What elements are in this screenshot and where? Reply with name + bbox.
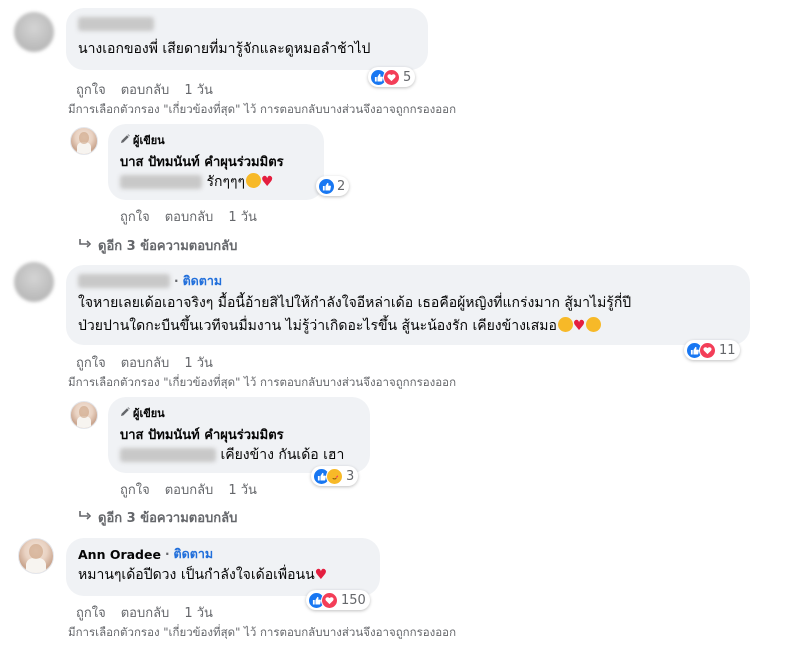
reply-actions: ถูกใจ ตอบกลับ 1 วัน [120, 206, 257, 227]
red-heart-emoji: ♥ [261, 174, 274, 190]
author-badge: ผู้เขียน [120, 404, 358, 422]
author-avatar[interactable] [70, 401, 98, 429]
reaction-count: 11 [719, 342, 736, 358]
tagged-name[interactable] [120, 448, 216, 462]
comment-actions: ถูกใจ ตอบกลับ 1 วัน [76, 79, 213, 100]
reply-text: เคียงข้าง กันเด้อ เฮา [120, 446, 358, 465]
red-heart-emoji: ♥ [314, 567, 328, 583]
filter-note: มีการเลือกตัวกรอง "เกี่ยวข้องที่สุด" ไว้… [68, 625, 457, 639]
reply-link[interactable]: ตอบกลับ [121, 602, 170, 623]
like-link[interactable]: ถูกใจ [120, 479, 150, 500]
commenter-avatar[interactable] [14, 12, 54, 52]
reaction-summary[interactable]: 3 [311, 466, 359, 486]
comment-text: หมานๆเด้อปีดวง เป็นกำลังใจเด้อเพื่อนน♥ [78, 567, 328, 583]
reaction-summary[interactable]: 5 [368, 67, 416, 87]
love-reaction-icon [699, 341, 716, 359]
commenter-header: Ann Oradee · ติดตาม [78, 546, 368, 562]
reply-time[interactable]: 1 วัน [228, 206, 257, 227]
reaction-count: 2 [337, 178, 346, 194]
smiling-hearts-emoji [246, 173, 262, 188]
reply-author-name[interactable]: บาส ปัทมนันท์ คำผุนร่วมมิตร [120, 154, 312, 171]
commenter-header: · ติดตาม [78, 273, 738, 289]
love-reaction-icon [321, 591, 338, 609]
comment-actions: ถูกใจ ตอบกลับ 1 วัน [76, 352, 213, 373]
like-reaction-icon [318, 177, 335, 195]
reply-link[interactable]: ตอบกลับ [165, 479, 214, 500]
commenter-name[interactable] [78, 274, 170, 288]
reply-text: รักๆๆๆ ♥ [120, 173, 312, 192]
reply-bubble: ผู้เขียน บาส ปัทมนันท์ คำผุนร่วมมิตร เคี… [108, 397, 370, 473]
comment-bubble: · ติดตาม ใจหายเลยเด้อเอาจริงๆ มื้อนี้อ้า… [66, 265, 750, 345]
reply-link[interactable]: ตอบกลับ [121, 352, 170, 373]
comment-text-line-2: ป่วยปานใดกะบืนขึ้นเวทีจนมื่มงาน ไม่รู้ว่… [78, 317, 738, 336]
author-badge: ผู้เขียน [120, 131, 312, 149]
comment-bubble: Ann Oradee · ติดตาม หมานๆเด้อปีดวง เป็นก… [66, 538, 380, 596]
commenter-avatar[interactable] [18, 538, 54, 574]
like-link[interactable]: ถูกใจ [76, 79, 106, 100]
red-heart-emoji: ♥ [572, 318, 586, 334]
reaction-count: 150 [341, 592, 366, 608]
commenter-name[interactable]: Ann Oradee [78, 547, 161, 562]
author-avatar[interactable] [70, 127, 98, 155]
reply-link[interactable]: ตอบกลับ [121, 79, 170, 100]
comment-text-line-1: ใจหายเลยเด้อเอาจริงๆ มื้อนี้อ้ายสิไปให้ก… [78, 295, 632, 311]
follow-link[interactable]: ติดตาม [183, 271, 223, 291]
reply-arrow-icon [78, 238, 92, 254]
comment-actions: ถูกใจ ตอบกลับ 1 วัน [76, 602, 213, 623]
comment-text: นางเอกของพี่ เสียดายที่มารู้จักและดูหมอล… [78, 41, 371, 57]
reply-bubble: ผู้เขียน บาส ปัทมนันท์ คำผุนร่วมมิตร รัก… [108, 124, 324, 200]
reaction-summary[interactable]: 2 [316, 176, 350, 196]
reaction-summary[interactable]: 150 [306, 590, 370, 610]
commenter-avatar[interactable] [14, 262, 54, 302]
follow-link[interactable]: ติดตาม [174, 544, 214, 564]
reply-arrow-icon [78, 510, 92, 526]
like-link[interactable]: ถูกใจ [76, 352, 106, 373]
pencil-icon [120, 133, 130, 147]
comment-bubble: นางเอกของพี่ เสียดายที่มารู้จักและดูหมอล… [66, 8, 428, 70]
reply-time[interactable]: 1 วัน [228, 479, 257, 500]
reaction-count: 5 [403, 69, 412, 85]
filter-note: มีการเลือกตัวกรอง "เกี่ยวข้องที่สุด" ไว้… [68, 102, 457, 116]
filter-note: มีการเลือกตัวกรอง "เกี่ยวข้องที่สุด" ไว้… [68, 375, 457, 389]
hugging-emoji [586, 317, 602, 332]
comment-time[interactable]: 1 วัน [184, 352, 213, 373]
love-reaction-icon [383, 68, 400, 86]
reaction-count: 3 [346, 468, 355, 484]
smiling-hearts-emoji [557, 317, 573, 332]
care-reaction-icon [326, 467, 343, 485]
like-link[interactable]: ถูกใจ [76, 602, 106, 623]
like-link[interactable]: ถูกใจ [120, 206, 150, 227]
view-more-replies[interactable]: ดูอีก 3 ข้อความตอบกลับ [78, 507, 237, 528]
commenter-name[interactable] [78, 16, 416, 32]
tagged-name[interactable] [120, 175, 202, 189]
comment-time[interactable]: 1 วัน [184, 79, 213, 100]
comment-time[interactable]: 1 วัน [184, 602, 213, 623]
reaction-summary[interactable]: 11 [684, 340, 740, 360]
view-more-replies[interactable]: ดูอีก 3 ข้อความตอบกลับ [78, 235, 237, 256]
pencil-icon [120, 406, 130, 420]
reply-actions: ถูกใจ ตอบกลับ 1 วัน [120, 479, 257, 500]
reply-link[interactable]: ตอบกลับ [165, 206, 214, 227]
reply-author-name[interactable]: บาส ปัทมนันท์ คำผุนร่วมมิตร [120, 427, 358, 444]
